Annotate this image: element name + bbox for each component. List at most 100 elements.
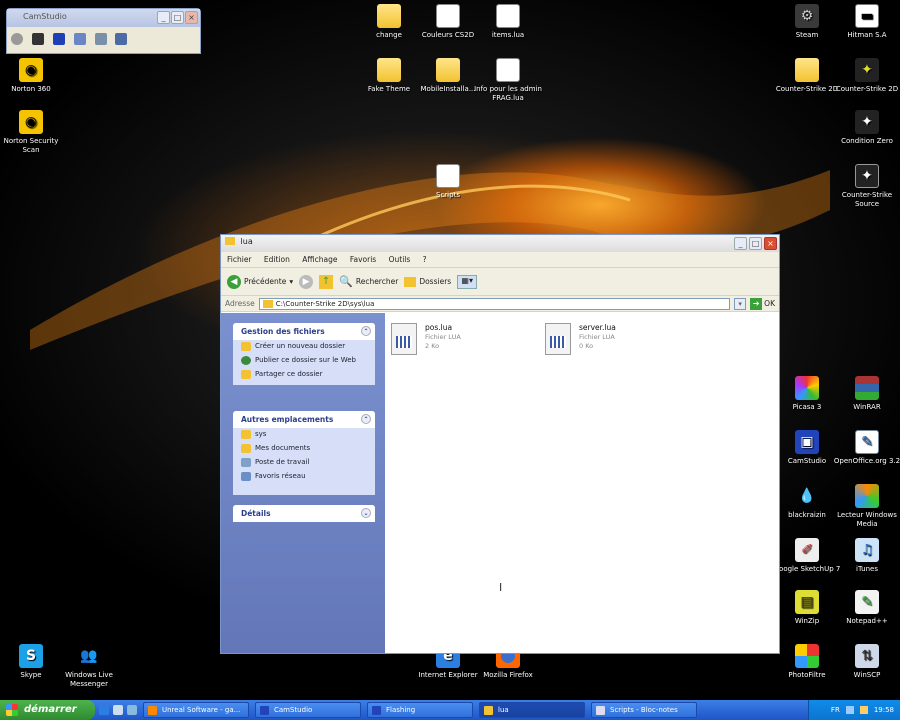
- text-cursor-icon: I: [499, 581, 503, 594]
- folder-icon: [484, 706, 493, 715]
- collapse-icon[interactable]: ⌃: [361, 326, 371, 336]
- desktop-icon-notepadpp[interactable]: ✎ Notepad++: [832, 590, 900, 626]
- minimize-button[interactable]: _: [734, 237, 747, 250]
- explorer-window[interactable]: lua _ □ × Fichier Edition Affichage Favo…: [220, 234, 780, 654]
- camstudio-window[interactable]: CamStudio _ □ ×: [6, 8, 201, 54]
- quicklaunch-media-icon[interactable]: [127, 705, 137, 715]
- file-name: server.lua: [579, 323, 616, 332]
- folders-icon: [404, 276, 417, 287]
- media-player-icon: [855, 484, 879, 508]
- task-publish-web[interactable]: Publier ce dossier sur le Web: [233, 354, 375, 368]
- camstudio-icon: [260, 706, 269, 715]
- folders-button[interactable]: Dossiers: [404, 276, 451, 287]
- cs-icon: ✦: [855, 110, 879, 134]
- desktop-icon-hitman[interactable]: ▬ Hitman S.A: [832, 4, 900, 40]
- steam-icon: ⚙: [795, 4, 819, 28]
- forward-button[interactable]: ▶: [299, 274, 314, 289]
- panel-file-tasks: Gestion des fichiers ⌃ Créer un nouveau d…: [233, 323, 375, 385]
- address-dropdown[interactable]: ▾: [734, 297, 747, 310]
- desktop-icon-scripts[interactable]: Scripts: [413, 164, 483, 200]
- file-icon: [436, 164, 460, 188]
- address-value: C:\Counter-Strike 2D\sys\lua: [275, 299, 375, 308]
- settings-icon[interactable]: [115, 33, 128, 45]
- maximize-button[interactable]: □: [171, 11, 184, 24]
- address-input[interactable]: C:\Counter-Strike 2D\sys\lua: [258, 297, 731, 310]
- stop-icon[interactable]: [52, 33, 65, 45]
- desktop-icon-itunes[interactable]: ♫ iTunes: [832, 538, 900, 574]
- minimize-button[interactable]: _: [157, 11, 170, 24]
- expand-icon[interactable]: ⌄: [361, 508, 371, 518]
- desktop-icon-items-lua[interactable]: items.lua: [473, 4, 543, 40]
- desktop-icon-condition-zero[interactable]: ✦ Condition Zero: [832, 110, 900, 146]
- folder-icon: [436, 58, 460, 82]
- up-folder-button[interactable]: ↑: [319, 274, 334, 289]
- file-list[interactable]: pos.lua Fichier LUA 2 Ko server.lua Fich…: [385, 313, 779, 653]
- screen-icon[interactable]: [94, 33, 107, 45]
- panel-header[interactable]: Gestion des fichiers ⌃: [233, 323, 375, 340]
- maximize-button[interactable]: □: [749, 237, 762, 250]
- notepad-icon: [596, 706, 605, 715]
- task-new-folder[interactable]: Créer un nouveau dossier: [233, 340, 375, 354]
- place-sys[interactable]: sys: [233, 428, 375, 442]
- desktop-icon-info-admin[interactable]: Info pour les admin FRAG.lua: [473, 58, 543, 103]
- menu-affichage[interactable]: Affichage: [302, 255, 337, 264]
- place-network[interactable]: Favoris réseau: [233, 470, 375, 484]
- panel-header[interactable]: Détails ⌄: [233, 505, 375, 522]
- collapse-icon[interactable]: ⌃: [361, 414, 371, 424]
- task-lua[interactable]: lua: [479, 702, 585, 718]
- menu-favoris[interactable]: Favoris: [350, 255, 376, 264]
- file-item[interactable]: server.lua Fichier LUA 0 Ko: [545, 321, 685, 361]
- explorer-titlebar[interactable]: lua _ □ ×: [221, 235, 779, 252]
- desktop-icon-norton-scan[interactable]: ◉ Norton Security Scan: [0, 110, 66, 155]
- tray-icon[interactable]: [845, 706, 854, 714]
- place-my-documents[interactable]: Mes documents: [233, 442, 375, 456]
- folder-icon: [377, 4, 401, 28]
- back-button[interactable]: ◀ Précédente ▾: [227, 274, 293, 289]
- computer-icon: [241, 458, 251, 467]
- pause-icon[interactable]: [31, 33, 44, 45]
- openoffice-icon: ✎: [855, 430, 879, 454]
- desktop-icon-cs2d[interactable]: ✦ Counter-Strike 2D: [832, 58, 900, 94]
- task-camstudio[interactable]: CamStudio: [255, 702, 361, 718]
- go-button[interactable]: ➔ OK: [750, 297, 775, 310]
- skype-icon: S: [19, 644, 43, 668]
- folder-icon: [795, 58, 819, 82]
- language-indicator[interactable]: FR: [831, 706, 840, 714]
- views-button[interactable]: ▦▾: [457, 274, 478, 289]
- tray-icon[interactable]: [859, 706, 868, 714]
- quicklaunch-ie-icon[interactable]: [99, 705, 109, 715]
- panel-header[interactable]: Autres emplacements ⌃: [233, 411, 375, 428]
- task-share-folder[interactable]: Partager ce dossier: [233, 368, 375, 382]
- record-icon[interactable]: [11, 33, 23, 45]
- task-unreal-software[interactable]: Unreal Software - ga...: [143, 702, 249, 718]
- menu-fichier[interactable]: Fichier: [227, 255, 252, 264]
- menu-edition[interactable]: Edition: [264, 255, 290, 264]
- menu-outils[interactable]: Outils: [389, 255, 411, 264]
- lua-file-icon: [545, 323, 571, 355]
- menu-help[interactable]: ?: [423, 255, 427, 264]
- desktop-icon-winscp[interactable]: ⇅ WinSCP: [832, 644, 900, 680]
- norton-icon: ◉: [19, 58, 43, 82]
- desktop-icon-winrar[interactable]: WinRAR: [832, 376, 900, 412]
- desktop-icon-messenger[interactable]: 👥 Windows Live Messenger: [54, 644, 124, 689]
- quicklaunch-desktop-icon[interactable]: [113, 705, 123, 715]
- desktop-icon-openoffice[interactable]: ✎ OpenOffice.org 3.2: [832, 430, 900, 466]
- region-icon[interactable]: [73, 33, 86, 45]
- windows-logo-icon: [6, 704, 18, 716]
- task-scripts-notepad[interactable]: Scripts - Bloc-notes: [591, 702, 697, 718]
- place-my-computer[interactable]: Poste de travail: [233, 456, 375, 470]
- folder-icon: [262, 299, 273, 308]
- file-item[interactable]: pos.lua Fichier LUA 2 Ko: [391, 321, 531, 361]
- messenger-icon: 👥: [80, 647, 98, 664]
- desktop-icon-cs-source[interactable]: ✦ Counter-Strike Source: [832, 164, 900, 209]
- desktop-icon-norton-360[interactable]: ◉ Norton 360: [0, 58, 66, 94]
- camstudio-titlebar[interactable]: CamStudio _ □ ×: [7, 9, 200, 27]
- close-button[interactable]: ×: [185, 11, 198, 24]
- start-button[interactable]: démarrer: [0, 700, 95, 720]
- search-button[interactable]: 🔍 Rechercher: [339, 275, 398, 288]
- close-button[interactable]: ×: [764, 237, 777, 250]
- system-tray: FR 19:58: [808, 700, 900, 720]
- notepadpp-icon: ✎: [855, 590, 879, 614]
- desktop-icon-wmp[interactable]: Lecteur Windows Media: [832, 484, 900, 529]
- task-flashing[interactable]: Flashing: [367, 702, 473, 718]
